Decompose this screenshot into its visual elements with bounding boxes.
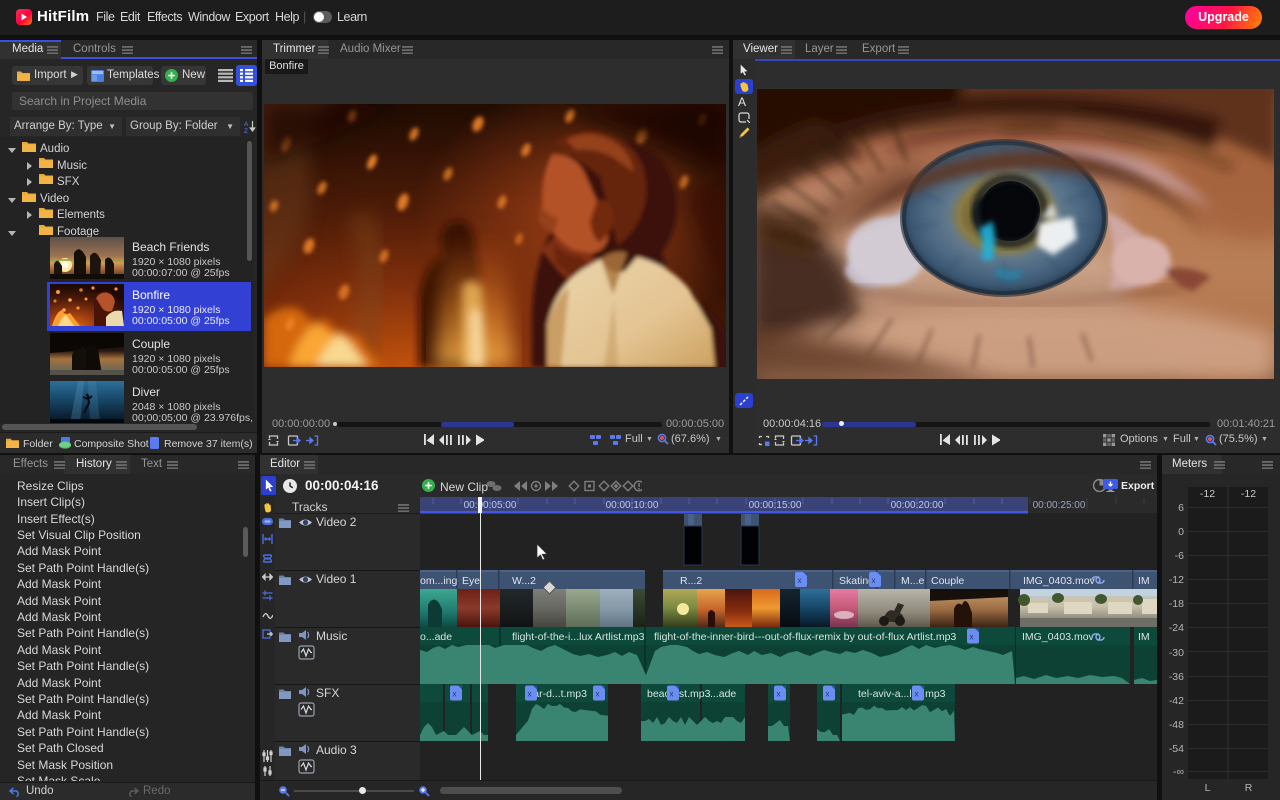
- svg-text:om...ing: om...ing: [420, 575, 458, 587]
- svg-text:o...ade: o...ade: [420, 631, 452, 643]
- svg-text:00:00:20:00: 00:00:20:00: [891, 500, 944, 511]
- svg-text:Z: Z: [244, 128, 248, 133]
- svg-text:M...e: M...e: [901, 575, 924, 587]
- svg-text:x: x: [596, 690, 600, 699]
- svg-text:Skating: Skating: [839, 575, 874, 587]
- svg-text:x: x: [915, 690, 919, 699]
- svg-text:Eye: Eye: [462, 575, 480, 587]
- svg-text:x: x: [872, 576, 876, 585]
- svg-text:flight-of-the-inner-bird---out: flight-of-the-inner-bird---out-of-flux-r…: [654, 631, 956, 643]
- svg-text:IMG_0403.mov: IMG_0403.mov: [1023, 575, 1096, 587]
- svg-text:IM: IM: [1138, 575, 1150, 587]
- svg-text:Couple: Couple: [931, 575, 964, 587]
- svg-text:x: x: [777, 690, 781, 699]
- svg-text:x: x: [453, 690, 457, 699]
- svg-text:x: x: [826, 690, 830, 699]
- svg-text:...ade: ...ade: [710, 688, 736, 700]
- svg-text:00:00:15:00: 00:00:15:00: [749, 500, 802, 511]
- svg-text:00:00:10:00: 00:00:10:00: [606, 500, 659, 511]
- svg-text:W...2: W...2: [512, 575, 536, 587]
- svg-text:.st.mp3: .st.mp3: [676, 688, 711, 700]
- svg-text:R...2: R...2: [680, 575, 702, 587]
- svg-text:x: x: [970, 633, 974, 642]
- svg-text:00:00:25:00: 00:00:25:00: [1033, 500, 1086, 511]
- svg-text:flight-of-the-i...lux Artlist.: flight-of-the-i...lux Artlist.mp3: [512, 631, 645, 643]
- svg-text:x: x: [528, 690, 532, 699]
- svg-text:x: x: [670, 690, 674, 699]
- svg-text:IM: IM: [1138, 631, 1150, 643]
- svg-text:IMG_0403.mov: IMG_0403.mov: [1022, 631, 1095, 643]
- svg-text:x: x: [798, 576, 802, 585]
- svg-text:A: A: [244, 121, 249, 128]
- svg-text:tel-aviv-a...list.mp3: tel-aviv-a...list.mp3: [858, 688, 946, 700]
- svg-text:00:00:05:00: 00:00:05:00: [464, 500, 517, 511]
